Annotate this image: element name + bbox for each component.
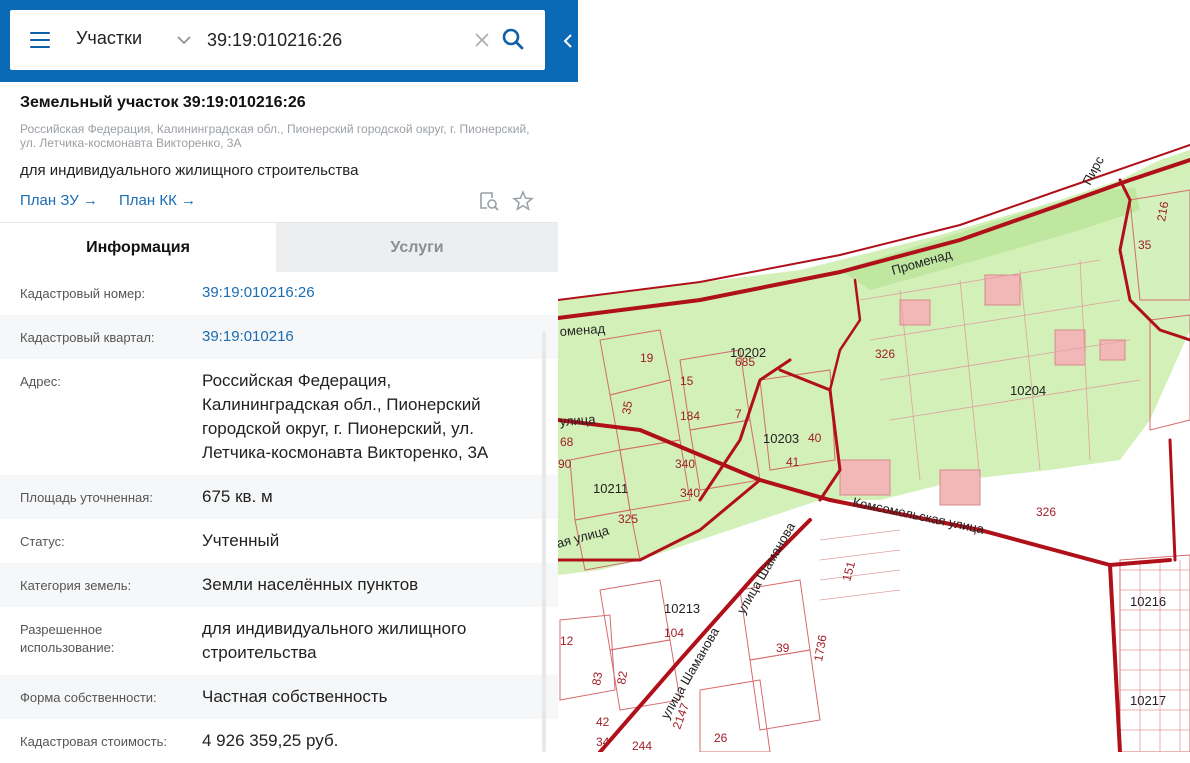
search-box: Участки (10, 10, 545, 70)
parcel-address-short: Российская Федерация, Калининградская об… (20, 122, 530, 150)
open-area-2 (860, 530, 1110, 752)
arrow-right-icon: → (180, 192, 196, 209)
parcel-39: 39 (776, 641, 790, 655)
info-row-address: Адрес: Российская Федерация, Калининград… (0, 359, 558, 475)
parcel-title: Земельный участок 39:19:010216:26 (20, 94, 306, 111)
row-value: Частная собственность (202, 687, 388, 706)
chevron-down-icon[interactable] (176, 32, 192, 48)
cadastral-quarter-link[interactable]: 39:19:010216 (202, 325, 532, 349)
arrow-right-icon: → (82, 192, 98, 209)
parcel-184: 184 (680, 409, 700, 423)
row-label: Кадастровая стоимость: (20, 734, 167, 749)
parcel-90: 90 (558, 457, 572, 471)
plan-kk-label: План КК (119, 192, 177, 209)
parcel-325: 325 (618, 512, 638, 526)
row-label: Форма собственности: (20, 690, 157, 705)
map-label-ulitsa-left: улица (559, 411, 596, 429)
info-row-ownership: Форма собственности: Частная собственнос… (0, 675, 558, 719)
row-label: Категория земель: (20, 578, 132, 593)
plan-kk-link[interactable]: План КК → (119, 192, 196, 209)
tab-services[interactable]: Услуги (276, 223, 558, 272)
parcel-40: 40 (808, 431, 822, 445)
parcel-12: 12 (560, 634, 574, 648)
parcel-15: 15 (680, 374, 694, 388)
row-value: для индивидуального жилищного строительс… (202, 619, 467, 662)
parcel-purpose: для индивидуального жилищного строительс… (20, 162, 359, 179)
info-table: Кадастровый номер: 39:19:010216:26 Кадас… (0, 271, 558, 763)
parcel-7: 7 (735, 407, 742, 421)
info-row-cadastral-number: Кадастровый номер: 39:19:010216:26 (0, 271, 558, 315)
row-value: 675 кв. м (202, 487, 273, 506)
info-row-cadastral-quarter: Кадастровый квартал: 39:19:010216 (0, 315, 558, 359)
quarter-10213: 10213 (664, 601, 700, 616)
row-label: Адрес: (20, 374, 61, 389)
parcel-340b: 340 (680, 486, 700, 500)
parcel-35a: 35 (619, 400, 635, 416)
cadastral-number-link[interactable]: 39:19:010216:26 (202, 281, 532, 305)
row-label: Кадастровый квартал: (20, 330, 155, 345)
row-label: Статус: (20, 534, 65, 549)
row-value: Российская Федерация, Калининградская об… (202, 371, 489, 462)
info-row-status: Статус: Учтенный (0, 519, 558, 563)
quarter-10203: 10203 (763, 431, 799, 446)
row-label: Разрешенное использование: (20, 622, 115, 655)
parcel-82: 82 (614, 670, 630, 686)
parcel-685: 685 (735, 355, 755, 369)
plan-zu-label: План ЗУ (20, 192, 79, 209)
row-value: 4 926 359,25 руб. (202, 731, 339, 750)
parcel-19: 19 (640, 351, 654, 365)
quarter-10211: 10211 (593, 481, 628, 496)
panel-scrollbar[interactable] (542, 332, 546, 752)
quarter-10216: 10216 (1130, 594, 1166, 609)
parcel-83: 83 (589, 671, 605, 687)
star-icon[interactable] (512, 190, 534, 212)
menu-icon[interactable] (30, 30, 52, 50)
collapse-panel-button[interactable] (557, 0, 578, 82)
find-on-map-icon[interactable] (478, 190, 500, 212)
plan-zu-link[interactable]: План ЗУ → (20, 192, 98, 209)
parcel-244: 244 (632, 739, 652, 752)
info-row-land-category: Категория земель: Земли населённых пункт… (0, 563, 558, 607)
map-label-promenad2: оменад (559, 321, 606, 339)
info-tabs: Информация Услуги (0, 222, 558, 272)
info-row-area: Площадь уточненная: 675 кв. м (0, 475, 558, 519)
parcel-326a: 326 (875, 347, 895, 361)
tab-information[interactable]: Информация (0, 223, 276, 272)
parcel-104: 104 (664, 626, 684, 640)
quarter-10217: 10217 (1130, 693, 1166, 708)
quarter-10204: 10204 (1010, 383, 1046, 398)
parcel-info-panel: Земельный участок 39:19:010216:26 Россий… (0, 82, 558, 752)
parcel-26: 26 (714, 731, 728, 745)
info-row-permitted-use: Разрешенное использование: для индивидуа… (0, 607, 558, 675)
row-label: Кадастровый номер: (20, 286, 146, 301)
parcel-35b: 35 (1138, 238, 1152, 252)
row-value: Учтенный (202, 531, 280, 550)
parcel-42: 42 (596, 715, 610, 729)
layer-select[interactable]: Участки (76, 28, 142, 49)
parcel-41: 41 (786, 455, 800, 469)
row-value: Земли населённых пунктов (202, 575, 419, 594)
parcel-34: 34 (596, 735, 610, 749)
chevron-left-icon (563, 34, 572, 48)
parcel-340a: 340 (675, 457, 695, 471)
search-input[interactable] (207, 24, 467, 56)
row-label: Площадь уточненная: (20, 490, 153, 505)
parcel-326b: 326 (1036, 505, 1056, 519)
parcel-68: 68 (560, 435, 574, 449)
info-row-cadastral-value: Кадастровая стоимость: 4 926 359,25 руб. (0, 719, 558, 763)
search-header: Участки (0, 0, 578, 82)
close-icon[interactable] (473, 31, 491, 49)
search-icon[interactable] (501, 27, 525, 51)
